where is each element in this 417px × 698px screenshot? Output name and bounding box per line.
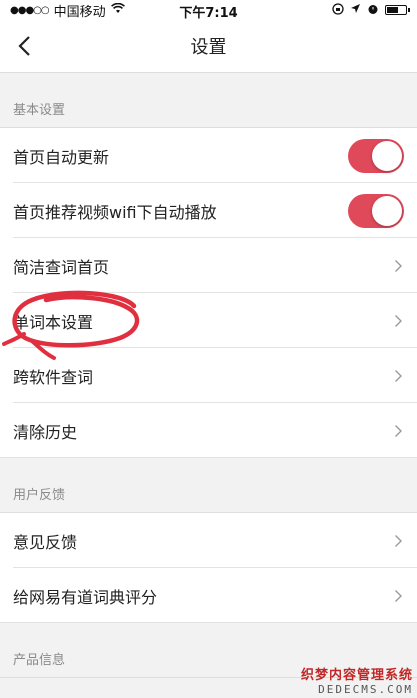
status-left: ●●●○○ 中国移动 (10, 1, 125, 20)
row-label: 给网易有道词典评分 (13, 587, 158, 607)
watermark: 织梦内容管理系统 DEDECMS.COM (301, 664, 413, 696)
wifi-icon (110, 2, 125, 18)
settings-row-wordbook[interactable]: 单词本设置 (0, 293, 417, 348)
location-icon (350, 3, 361, 17)
row-label: 跨软件查词 (13, 367, 94, 387)
settings-row-feedback[interactable]: 意见反馈 (0, 513, 417, 568)
chevron-right-icon (391, 314, 405, 328)
status-right (332, 2, 410, 18)
watermark-line1: 织梦内容管理系统 (300, 668, 413, 683)
toggle-knob (372, 195, 402, 226)
settings-row-simple-lookup[interactable]: 简洁查词首页 (0, 238, 417, 293)
settings-row-rate-app[interactable]: 给网易有道词典评分 (0, 568, 417, 623)
settings-row-auto-update[interactable]: 首页自动更新 (0, 128, 417, 183)
battery-icon (385, 5, 410, 15)
settings-row-cross-app-lookup[interactable]: 跨软件查词 (0, 348, 417, 403)
chevron-right-icon (391, 589, 405, 603)
page-title: 设置 (190, 37, 227, 58)
chevron-right-icon (391, 424, 405, 438)
section-header-feedback: 用户反馈 (0, 458, 417, 513)
chevron-right-icon (391, 369, 405, 383)
row-label: 首页自动更新 (13, 147, 110, 167)
carrier-name: 中国移动 (53, 4, 106, 20)
basic-settings-list: 首页自动更新 首页推荐视频wifi下自动播放 简洁查词首页 单词本设置 跨软件查… (0, 128, 417, 458)
row-label: 单词本设置 (13, 312, 94, 332)
status-bar: ●●●○○ 中国移动 下午7:14 (0, 0, 417, 21)
signal-strength-icon: ●●●○○ (10, 4, 50, 16)
toggle-knob (372, 140, 402, 171)
settings-row-clear-history[interactable]: 清除历史 (0, 403, 417, 458)
back-button[interactable] (6, 28, 42, 64)
nav-bar: 设置 (0, 20, 417, 73)
settings-row-video-autoplay[interactable]: 首页推荐视频wifi下自动播放 (0, 183, 417, 238)
watermark-line2: DEDECMS.COM (318, 683, 413, 696)
row-label: 首页推荐视频wifi下自动播放 (13, 202, 217, 222)
feedback-list: 意见反馈 给网易有道词典评分 (0, 513, 417, 623)
auto-update-toggle[interactable] (348, 138, 404, 173)
row-label: 清除历史 (13, 422, 78, 442)
rotation-lock-icon (332, 2, 344, 18)
section-header-basic: 基本设置 (0, 73, 417, 128)
row-label: 简洁查词首页 (13, 257, 110, 277)
back-arrow-icon (18, 36, 30, 56)
alarm-icon (367, 3, 379, 18)
video-autoplay-toggle[interactable] (348, 193, 404, 228)
chevron-right-icon (391, 259, 405, 273)
chevron-right-icon (391, 534, 405, 548)
row-label: 意见反馈 (13, 532, 78, 552)
